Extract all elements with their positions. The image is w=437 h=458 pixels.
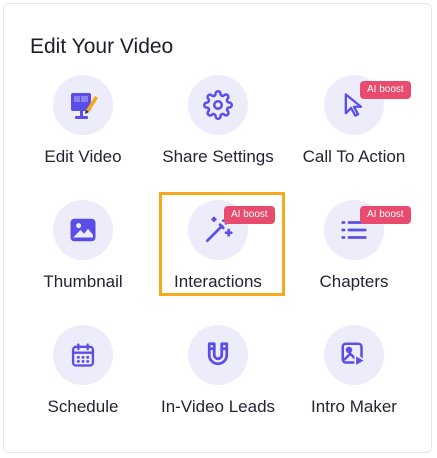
tile-in-video-leads[interactable]: In-Video Leads	[150, 325, 286, 425]
tile-label: Interactions	[174, 272, 262, 291]
ai-boost-badge: AI boost	[224, 206, 275, 224]
tile-label: Share Settings	[162, 147, 274, 166]
tile-thumbnail[interactable]: Thumbnail	[15, 200, 151, 300]
video-image-icon	[324, 325, 384, 385]
gear-icon	[188, 75, 248, 135]
tile-interactions[interactable]: AI boost Interactions	[150, 200, 286, 300]
tile-intro-maker[interactable]: Intro Maker	[286, 325, 422, 425]
tile-share-settings[interactable]: Share Settings	[150, 75, 286, 175]
ai-boost-badge: AI boost	[360, 81, 411, 99]
tile-chapters[interactable]: AI boost Chapters	[286, 200, 422, 300]
calendar-icon	[53, 325, 113, 385]
tile-label: Chapters	[319, 272, 389, 291]
tile-label: Edit Video	[44, 147, 122, 166]
tile-edit-video[interactable]: Edit Video	[15, 75, 151, 175]
magnet-icon	[188, 325, 248, 385]
tile-label: Intro Maker	[311, 397, 397, 416]
tile-label: In-Video Leads	[160, 397, 276, 416]
tile-schedule[interactable]: Schedule	[15, 325, 151, 425]
tile-label: Thumbnail	[43, 272, 123, 291]
panel-title: Edit Your Video	[30, 35, 174, 58]
image-icon	[53, 200, 113, 260]
edit-video-icon	[53, 75, 113, 135]
tile-label: Call To Action	[302, 147, 406, 166]
tile-call-to-action[interactable]: AI boost Call To Action	[286, 75, 422, 175]
ai-boost-badge: AI boost	[360, 206, 411, 224]
tile-label: Schedule	[47, 397, 119, 416]
